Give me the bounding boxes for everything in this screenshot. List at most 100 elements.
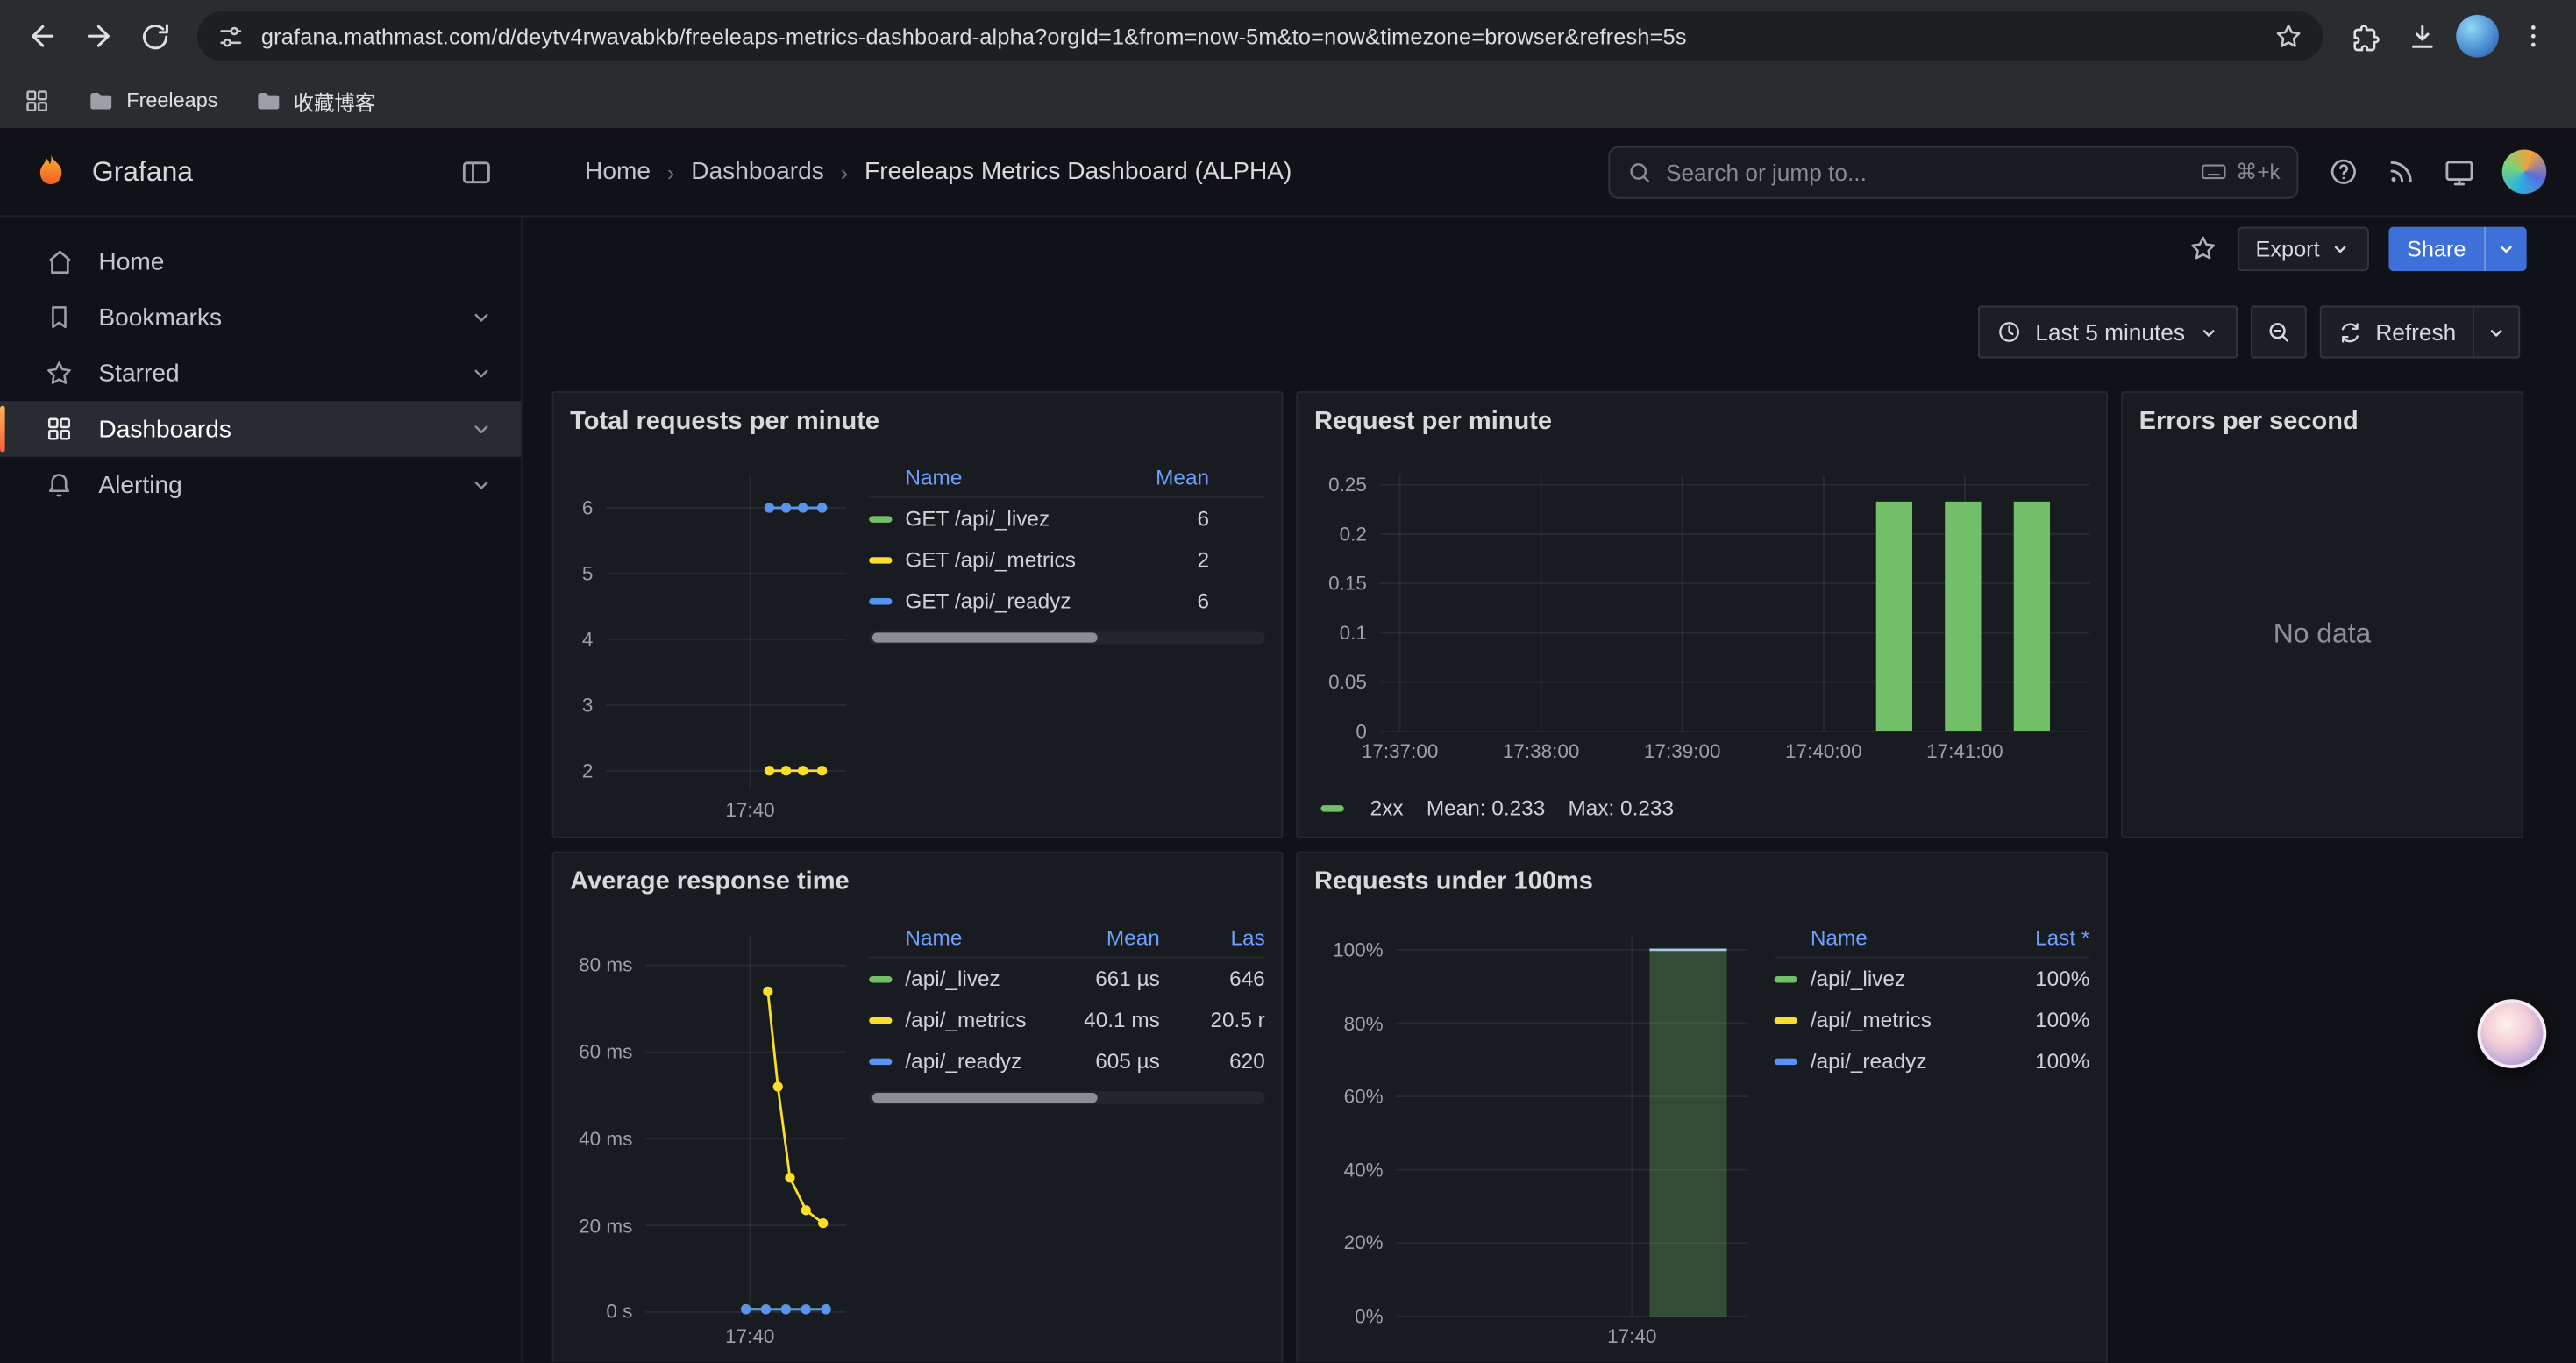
breadcrumb-separator: › xyxy=(841,159,849,185)
dashboards-grid-icon xyxy=(43,414,75,444)
favorite-star-icon[interactable] xyxy=(2188,233,2218,263)
profile-avatar[interactable] xyxy=(2451,10,2504,62)
panel-title[interactable]: Total requests per minute xyxy=(570,408,879,438)
series-mean: 6 xyxy=(1104,506,1209,531)
legend-col-mean[interactable]: Mean xyxy=(1104,465,1209,489)
legend-row[interactable]: /api/_readyz 100% xyxy=(1775,1040,2090,1081)
sidebar-item-starred[interactable]: Starred xyxy=(0,345,521,401)
average-response-time-chart[interactable]: 80 ms60 ms40 ms20 ms0 s17:40 xyxy=(564,925,853,1352)
series-last: 100% xyxy=(1984,1048,2089,1073)
series-name: GET /api/_readyz xyxy=(905,589,1104,613)
legend-col-mean[interactable]: Mean xyxy=(1061,925,1159,950)
legend-row[interactable]: GET /api/_livez 6 xyxy=(869,498,1265,539)
legend-scrollbar[interactable] xyxy=(869,632,1265,645)
dashboard-actions-row: Export Share xyxy=(523,217,2576,279)
bookmark-label: 收藏博客 xyxy=(294,84,376,116)
news-rss-icon[interactable] xyxy=(2386,156,2417,188)
search-input[interactable]: Search or jump to... ⌘+k xyxy=(1608,146,2298,198)
legend-row[interactable]: /api/_livez 661 µs 646 xyxy=(869,958,1265,999)
y-axis-label: 0 s xyxy=(564,1301,633,1324)
panel-title[interactable]: Requests under 100ms xyxy=(1314,867,1593,897)
chevron-down-icon[interactable] xyxy=(468,416,495,442)
breadcrumb-dashboards[interactable]: Dashboards xyxy=(691,158,824,186)
panel-title[interactable]: Errors per second xyxy=(2139,408,2359,438)
requests-under-100ms-chart[interactable]: 100%80%60%40%20%0%17:40 xyxy=(1311,925,1754,1352)
user-avatar[interactable] xyxy=(2502,150,2547,195)
bookmark-star-icon[interactable] xyxy=(2274,21,2303,51)
monitor-icon[interactable] xyxy=(2443,155,2475,188)
bookmark-item[interactable]: 收藏博客 xyxy=(254,84,376,116)
panel-total-requests: Total requests per minute 6543217:40 Nam… xyxy=(552,391,1284,838)
legend-scrollbar[interactable] xyxy=(869,1091,1265,1104)
y-axis-label: 80% xyxy=(1311,1011,1383,1034)
legend-table: Name Mean Las /api/_livez 661 µs 646 xyxy=(869,918,1265,1104)
series-last: 100% xyxy=(1984,967,2089,991)
panel-title[interactable]: Average response time xyxy=(570,867,850,897)
forward-icon[interactable] xyxy=(72,10,125,62)
scrollbar-thumb[interactable] xyxy=(872,1093,1098,1103)
legend-col-name[interactable]: Name xyxy=(869,925,1061,950)
url-bar[interactable]: grafana.mathmast.com/d/deytv4rwavabkb/fr… xyxy=(197,11,2323,61)
keyboard-icon xyxy=(2200,158,2228,186)
legend-row[interactable]: GET /api/_metrics 2 xyxy=(869,539,1265,581)
grafana-logo[interactable] xyxy=(30,150,73,193)
sidebar-item-label: Starred xyxy=(98,359,179,387)
zoom-out-icon xyxy=(2266,319,2292,346)
chevron-down-icon[interactable] xyxy=(468,304,495,331)
assistant-avatar[interactable] xyxy=(2478,999,2547,1068)
caret-down-icon xyxy=(2330,238,2351,259)
series-name: /api/_livez xyxy=(905,967,1061,991)
y-axis-label: 0.15 xyxy=(1311,572,1367,595)
sidebar-item-alerting[interactable]: Alerting xyxy=(0,457,521,513)
extensions-icon[interactable] xyxy=(2339,10,2392,62)
url-text[interactable]: grafana.mathmast.com/d/deytv4rwavabkb/fr… xyxy=(261,24,2258,48)
legend-row[interactable]: /api/_readyz 605 µs 620 xyxy=(869,1040,1265,1081)
back-icon[interactable] xyxy=(17,10,69,62)
panel-requests-under-100ms: Requests under 100ms 100%80%60%40%20%0%1… xyxy=(1296,852,2108,1363)
share-button-caret[interactable] xyxy=(2484,226,2527,271)
series-color-dash xyxy=(869,597,892,603)
scrollbar-thumb[interactable] xyxy=(872,632,1098,642)
refresh-interval-caret[interactable] xyxy=(2473,307,2518,356)
panel-title[interactable]: Request per minute xyxy=(1314,408,1552,438)
legend-row[interactable]: /api/_livez 100% xyxy=(1775,958,2090,999)
total-requests-chart[interactable]: 6543217:40 xyxy=(564,465,853,826)
legend-row[interactable]: GET /api/_readyz 6 xyxy=(869,580,1265,621)
series-name: 2xx xyxy=(1370,796,1404,820)
time-range-picker[interactable]: Last 5 minutes xyxy=(1978,306,2238,359)
legend-col-last[interactable]: Las xyxy=(1179,925,1264,950)
legend-col-last[interactable]: Last * xyxy=(1984,925,2089,950)
chevron-down-icon[interactable] xyxy=(468,360,495,386)
apps-grid-icon[interactable] xyxy=(23,86,51,114)
site-settings-icon[interactable] xyxy=(217,22,245,50)
legend-col-name[interactable]: Name xyxy=(869,465,1104,489)
zoom-out-button[interactable] xyxy=(2251,306,2307,359)
legend-header: Name Mean xyxy=(869,459,1265,498)
series-name: GET /api/_livez xyxy=(905,506,1104,531)
sidebar-item-home[interactable]: Home xyxy=(0,233,521,289)
legend-row[interactable]: /api/_metrics 100% xyxy=(1775,999,2090,1040)
legend-series[interactable]: 2xx xyxy=(1320,796,1403,820)
sidebar-item-bookmarks[interactable]: Bookmarks xyxy=(0,289,521,346)
x-axis-label: 17:41:00 xyxy=(1926,739,2003,762)
export-button[interactable]: Export xyxy=(2238,226,2369,271)
breadcrumb-home[interactable]: Home xyxy=(585,158,651,186)
help-icon[interactable] xyxy=(2328,156,2359,188)
bookmark-item[interactable]: Freeleaps xyxy=(87,86,217,114)
brand-area: Grafana xyxy=(0,150,523,193)
y-axis-label: 0.05 xyxy=(1311,670,1367,693)
legend-col-name[interactable]: Name xyxy=(1775,925,1985,950)
refresh-button: Refresh xyxy=(2320,306,2521,359)
share-button-main[interactable]: Share xyxy=(2388,226,2484,271)
refresh-button-main[interactable]: Refresh xyxy=(2322,307,2473,356)
sidebar-collapse-icon[interactable] xyxy=(460,155,493,188)
breadcrumb-current: Freeleaps Metrics Dashboard (ALPHA) xyxy=(865,158,1292,186)
browser-menu-icon[interactable] xyxy=(2507,10,2559,62)
reload-icon[interactable] xyxy=(128,10,181,62)
legend-inline: 2xx Mean: 0.233 Max: 0.233 xyxy=(1320,796,1674,820)
chevron-down-icon[interactable] xyxy=(468,472,495,498)
legend-row[interactable]: /api/_metrics 40.1 ms 20.5 r xyxy=(869,999,1265,1040)
sidebar-item-dashboards[interactable]: Dashboards xyxy=(0,401,521,457)
downloads-icon[interactable] xyxy=(2395,10,2448,62)
request-per-minute-chart[interactable]: 0.250.20.150.10.05017:37:0017:38:0017:39… xyxy=(1311,465,2096,767)
